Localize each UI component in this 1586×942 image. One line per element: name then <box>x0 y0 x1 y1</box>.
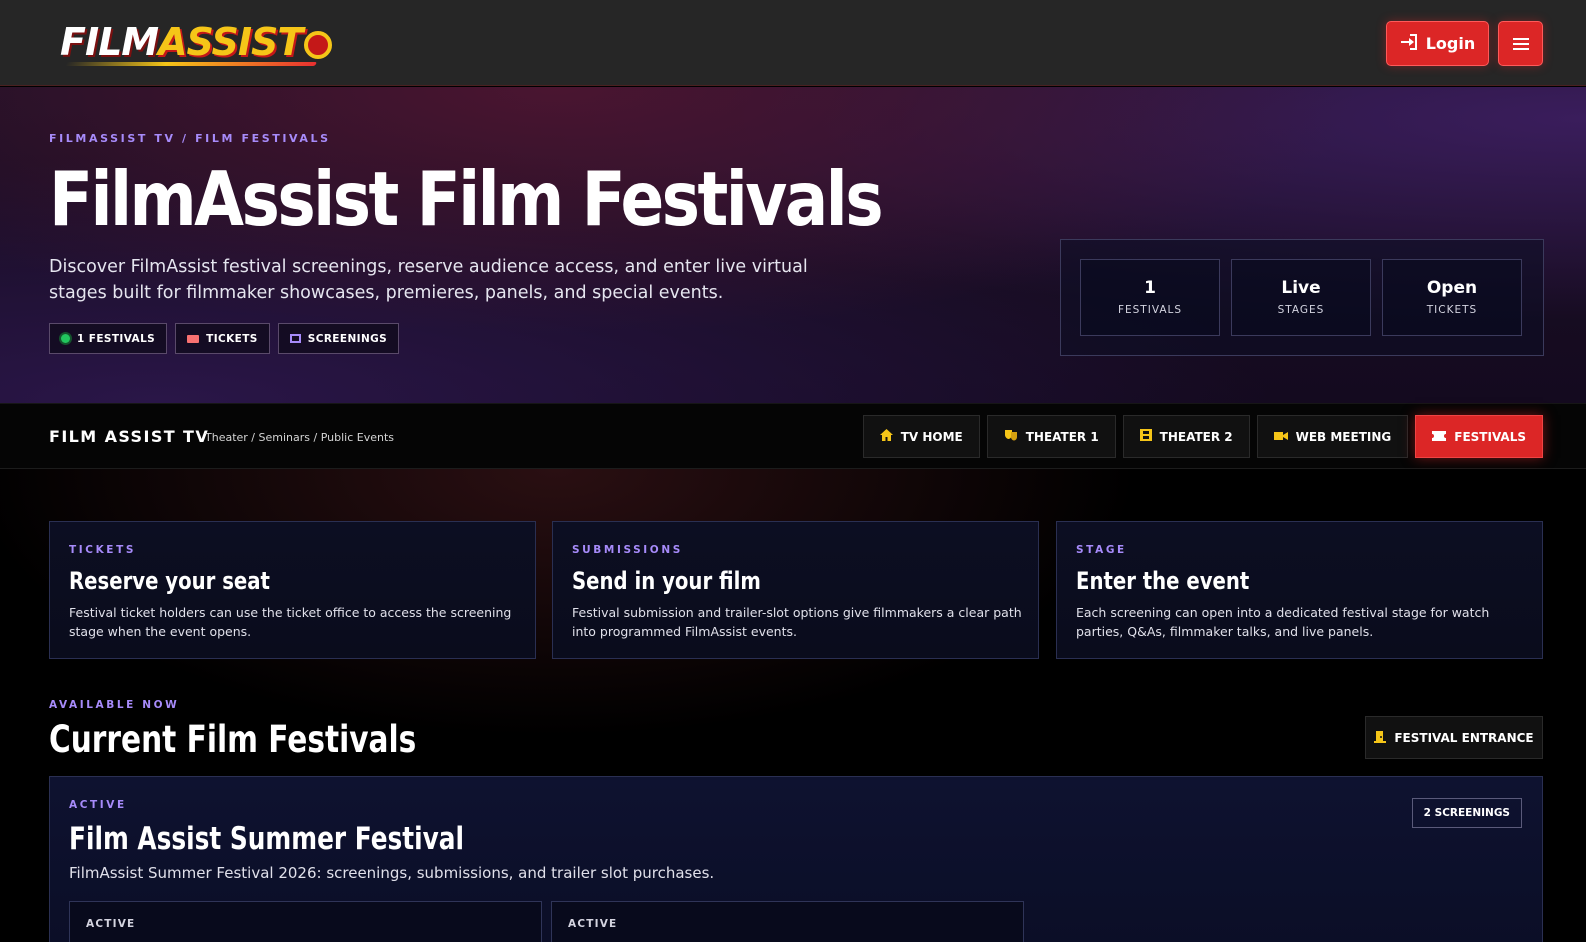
festival-status: ACTIVE <box>69 799 127 811</box>
login-button[interactable]: Login <box>1386 21 1489 66</box>
chip-label: 1 FESTIVALS <box>77 332 156 345</box>
festival-entrance-button[interactable]: FESTIVAL ENTRANCE <box>1365 716 1543 759</box>
menu-button[interactable] <box>1498 21 1543 66</box>
section-kicker: AVAILABLE NOW <box>49 699 180 711</box>
home-icon <box>879 429 893 444</box>
tv-subnav: FILM ASSIST TV Theater / Seminars / Publ… <box>0 403 1586 469</box>
tab-web-meeting[interactable]: WEB MEETING <box>1256 415 1409 458</box>
stat-stages: Live STAGES <box>1231 259 1371 336</box>
film-icon <box>1139 429 1152 444</box>
page-title: FilmAssist Film Festivals <box>49 155 884 243</box>
main-content: TICKETS Reserve your seat Festival ticke… <box>0 469 1586 942</box>
feature-card-submissions: SUBMISSIONS Send in your film Festival s… <box>552 521 1039 659</box>
tab-theater-2[interactable]: THEATER 2 <box>1122 415 1250 458</box>
chip-label: SCREENINGS <box>307 332 388 345</box>
video-icon <box>1273 430 1288 444</box>
tab-tv-home[interactable]: TV HOME <box>862 415 980 458</box>
stat-value: Open <box>1426 278 1478 298</box>
section-title: Current Film Festivals <box>49 718 417 761</box>
feature-card-tickets: TICKETS Reserve your seat Festival ticke… <box>49 521 536 659</box>
logo-swoosh <box>64 62 318 66</box>
stat-festivals: 1 FESTIVALS <box>1080 259 1220 336</box>
tab-label: WEB MEETING <box>1295 429 1392 444</box>
feature-card-stage: STAGE Enter the event Each screening can… <box>1056 521 1543 659</box>
stat-label: TICKETS <box>1426 304 1478 316</box>
festival-description: FilmAssist Summer Festival 2026: screeni… <box>69 864 715 882</box>
hamburger-icon <box>1512 32 1529 56</box>
tab-label: FESTIVALS <box>1454 429 1526 444</box>
top-navbar: FILMASSIST Login <box>0 0 1586 86</box>
subnav-brand[interactable]: FILM ASSIST TV <box>49 427 209 446</box>
screenings-count-badge: 2 SCREENINGS <box>1411 798 1522 828</box>
screening-card[interactable]: ACTIVE <box>551 901 1024 942</box>
filmassist-logo[interactable]: FILMASSIST <box>60 14 333 70</box>
subnav-tabs: TV HOME THEATER 1 THEATER 2 WEB MEETING … <box>862 415 1543 458</box>
ticket-icon <box>187 334 200 343</box>
stat-label: STAGES <box>1277 304 1325 316</box>
film-icon <box>289 334 301 343</box>
festival-title[interactable]: Film Assist Summer Festival <box>69 821 464 857</box>
card-title: Enter the event <box>1076 567 1250 595</box>
login-label: Login <box>1425 34 1476 53</box>
card-title: Reserve your seat <box>69 567 270 595</box>
tab-theater-1[interactable]: THEATER 1 <box>986 415 1116 458</box>
screening-status: ACTIVE <box>568 918 618 930</box>
breadcrumb: FILMASSIST TV / FILM FESTIVALS <box>49 132 331 145</box>
live-dot-icon <box>61 334 70 343</box>
entrance-label: FESTIVAL ENTRANCE <box>1394 730 1534 745</box>
screening-card[interactable]: ACTIVE <box>69 901 542 942</box>
festival-card[interactable]: ACTIVE Film Assist Summer Festival FilmA… <box>49 776 1543 942</box>
card-kicker: SUBMISSIONS <box>572 544 683 556</box>
stat-value: Live <box>1281 278 1321 298</box>
hero-description: Discover FilmAssist festival screenings,… <box>49 257 808 303</box>
film-reel-icon <box>304 31 333 59</box>
tab-festivals[interactable]: FESTIVALS <box>1415 415 1543 458</box>
card-kicker: TICKETS <box>69 544 137 556</box>
logo-film-text: FILM <box>60 20 159 64</box>
tab-label: TV HOME <box>900 429 963 444</box>
tab-label: THEATER 2 <box>1159 429 1233 444</box>
card-text: Festival ticket holders can use the tick… <box>69 605 512 639</box>
chip-festivals-count: 1 FESTIVALS <box>49 323 168 354</box>
stat-label: FESTIVALS <box>1117 304 1183 316</box>
chip-label: TICKETS <box>206 332 258 345</box>
card-kicker: STAGE <box>1076 544 1127 556</box>
ticket-icon <box>1432 430 1447 444</box>
stat-value: 1 <box>1144 278 1156 298</box>
hero-chips: 1 FESTIVALS TICKETS SCREENINGS <box>49 323 400 354</box>
chip-tickets: TICKETS <box>175 323 270 354</box>
theater-masks-icon <box>1004 429 1018 444</box>
card-text: Each screening can open into a dedicated… <box>1076 605 1490 639</box>
tab-label: THEATER 1 <box>1025 429 1099 444</box>
screening-status: ACTIVE <box>86 918 136 930</box>
logo-assist-text: ASSIST <box>158 20 303 64</box>
subnav-subtitle: Theater / Seminars / Public Events <box>205 431 394 444</box>
chip-screenings: SCREENINGS <box>277 323 400 354</box>
card-text: Festival submission and trailer-slot opt… <box>572 605 1022 639</box>
hero-section: FILMASSIST TV / FILM FESTIVALS FilmAssis… <box>0 87 1586 403</box>
door-icon <box>1374 730 1387 746</box>
card-title: Send in your film <box>572 567 761 595</box>
stats-panel: 1 FESTIVALS Live STAGES Open TICKETS <box>1060 239 1544 356</box>
sign-in-icon <box>1400 33 1418 54</box>
stat-tickets: Open TICKETS <box>1382 259 1522 336</box>
